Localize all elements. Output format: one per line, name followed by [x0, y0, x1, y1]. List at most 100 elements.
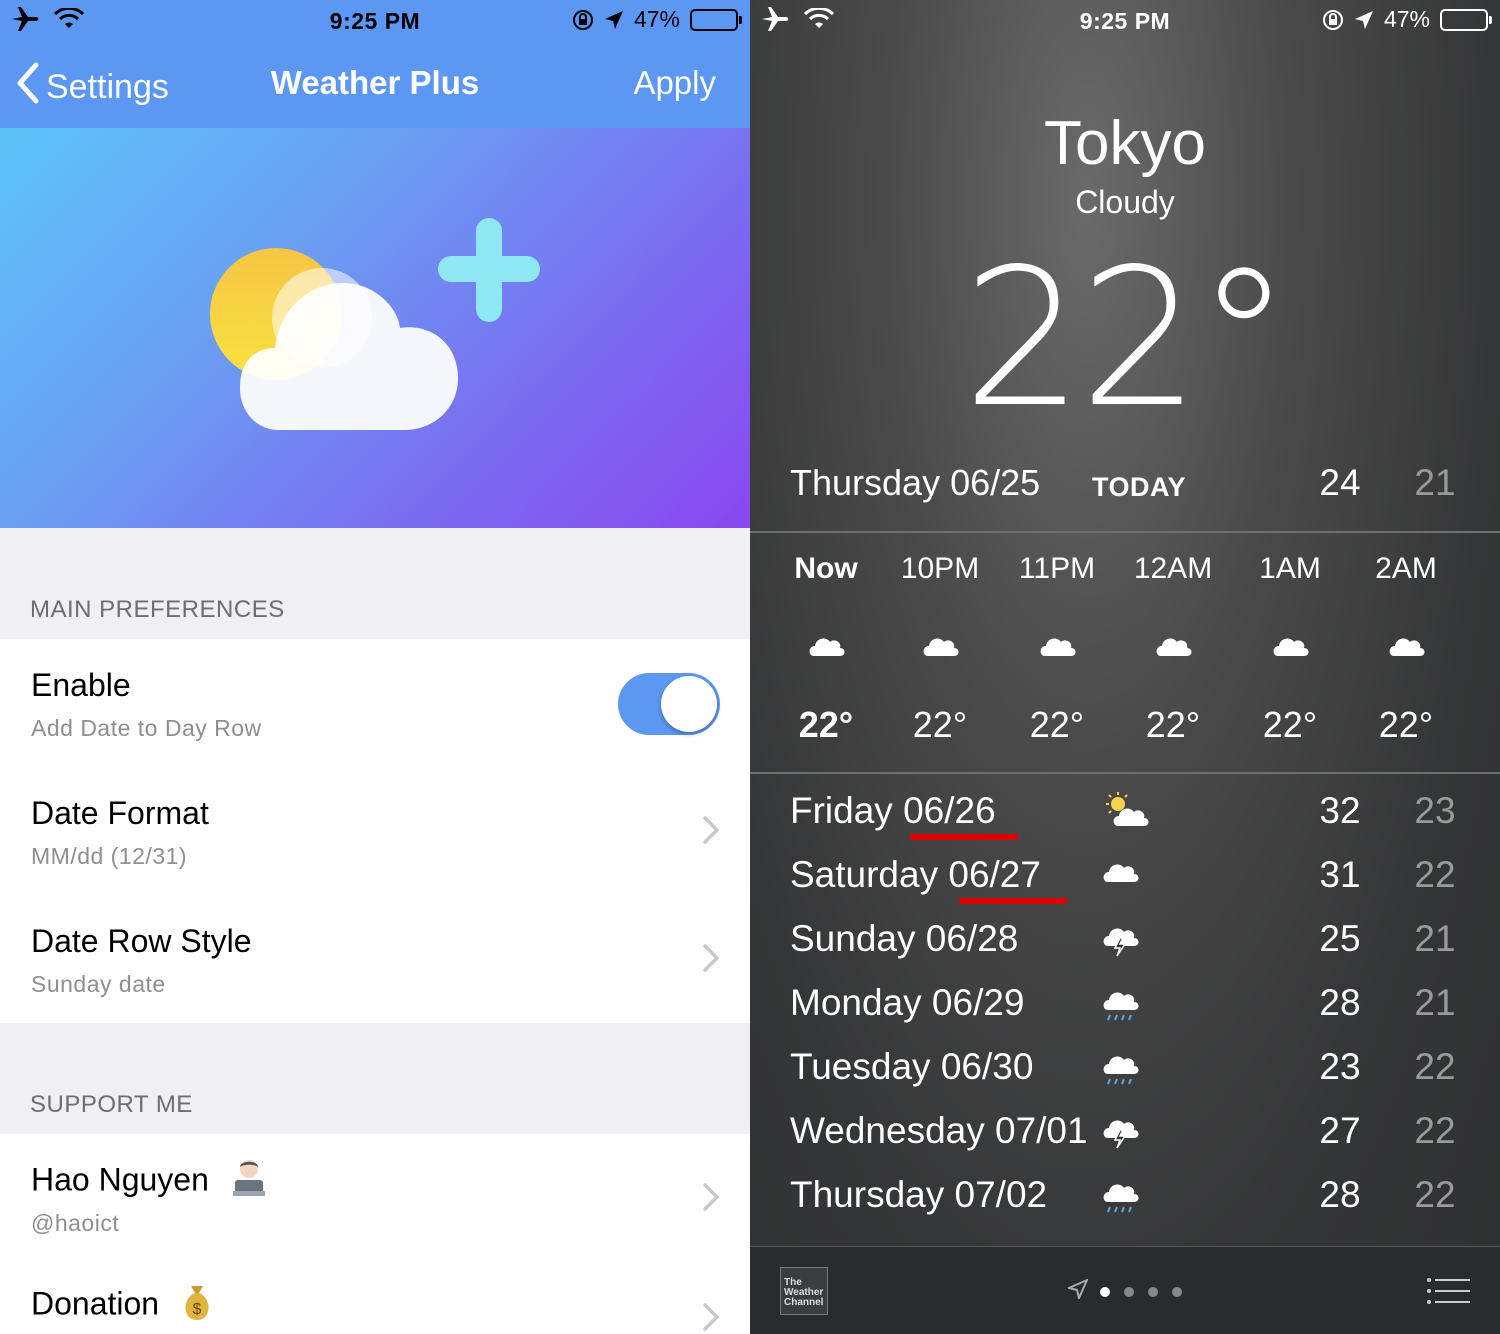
hour-label: 1AM — [1259, 552, 1321, 585]
hour-label: 10PM — [900, 552, 980, 585]
day-label: Wednesday 07/01 — [790, 1110, 1088, 1151]
date-format-value: MM/dd (12/31) — [31, 843, 188, 869]
date-format-cell[interactable]: Date Format MM/dd (12/31) — [0, 767, 750, 895]
cloud-icon — [806, 628, 850, 669]
city-name: Tokyo — [1044, 109, 1206, 178]
cloud-icon — [920, 628, 964, 669]
divider — [750, 531, 1500, 533]
author-handle: @haoict — [31, 1210, 120, 1236]
rain-icon — [1100, 1174, 1144, 1223]
date-format-title: Date Format — [31, 795, 209, 831]
date-row-style-title: Date Row Style — [31, 923, 252, 959]
donation-label: Donation — [31, 1285, 160, 1322]
day-low: 21 — [1414, 918, 1456, 959]
date-row-style-value: Sunday date — [31, 971, 166, 997]
location-arrow-icon — [1354, 10, 1374, 30]
thunderstorm-icon — [1100, 1110, 1144, 1159]
daily-row: Friday 06/26 32 23 — [750, 782, 1500, 846]
daily-row: Wednesday 07/01 27 22 — [750, 1102, 1500, 1166]
weather-plus-logo-icon — [210, 218, 540, 430]
status-bar: 9:25 PM 47% — [0, 0, 750, 40]
current-condition: Cloudy — [1075, 184, 1175, 220]
rotation-lock-icon — [1322, 9, 1344, 31]
current-temperature: 22° — [962, 228, 1292, 449]
today-low: 21 — [1414, 462, 1456, 503]
hour-temperature: 22° — [1262, 704, 1318, 745]
page-dot[interactable] — [1124, 1286, 1134, 1297]
chevron-right-icon — [702, 943, 720, 978]
page-dot[interactable] — [1148, 1286, 1158, 1297]
today-high: 24 — [1319, 462, 1361, 503]
daily-row: Monday 06/29 28 21 — [750, 974, 1500, 1038]
cloud-icon — [1100, 854, 1144, 895]
enable-toggle[interactable] — [618, 673, 720, 735]
money-bag-emoji-icon: $ — [180, 1282, 214, 1330]
status-bar: 9:25 PM 47% — [750, 0, 1500, 40]
hour-temperature: 22° — [1029, 704, 1085, 745]
donation-cell[interactable]: Donation $ — [0, 1262, 750, 1334]
day-label: Friday 06/26 — [790, 790, 996, 831]
day-low: 22 — [1414, 1174, 1456, 1215]
today-day: Thursday 06/25 — [790, 462, 1041, 503]
date-row-style-cell[interactable]: Date Row Style Sunday date — [0, 895, 750, 1023]
rain-icon — [1100, 1046, 1144, 1095]
day-label: Sunday 06/28 — [790, 918, 1019, 959]
author-cell[interactable]: Hao Nguyen @haoict — [0, 1134, 750, 1262]
today-tag: TODAY — [1092, 472, 1187, 502]
cloud-icon — [1386, 628, 1430, 669]
day-high: 32 — [1319, 790, 1361, 831]
apply-button[interactable]: Apply — [633, 64, 716, 102]
weather-screen: 9:25 PM 47% Tokyo Cloudy 22° Thursday 06… — [750, 0, 1500, 1334]
enable-title: Enable — [31, 667, 131, 703]
technologist-emoji-icon — [230, 1158, 268, 1206]
city-list-icon[interactable] — [1426, 1277, 1470, 1310]
hour-label: Now — [794, 552, 858, 585]
day-high: 28 — [1319, 982, 1361, 1023]
rotation-lock-icon — [572, 9, 594, 31]
main-preferences-group: Enable Add Date to Day Row Date Format M… — [0, 639, 750, 1023]
author-name: Hao Nguyen — [31, 1161, 209, 1198]
cloud-icon — [1270, 628, 1314, 669]
day-label: Monday 06/29 — [790, 982, 1025, 1023]
daily-row: Tuesday 06/30 23 22 — [750, 1038, 1500, 1102]
hour-label: 2AM — [1375, 552, 1437, 585]
hour-temperature: 22° — [1378, 704, 1434, 745]
day-high: 27 — [1319, 1110, 1361, 1151]
day-high: 25 — [1319, 918, 1361, 959]
battery-icon — [1440, 8, 1492, 31]
hour-temperature: 22° — [912, 704, 968, 745]
header-banner — [0, 128, 750, 528]
daily-forecast[interactable]: Friday 06/26 32 23 Saturday 06/27 31 22 Sunday… — [750, 782, 1500, 1242]
cloud-icon — [1037, 628, 1081, 669]
page-indicator[interactable] — [1065, 1278, 1182, 1304]
battery-percent: 47% — [1383, 6, 1430, 32]
daily-row: Sunday 06/28 25 21 — [750, 910, 1500, 974]
location-arrow-icon — [604, 10, 624, 30]
page-dot[interactable] — [1172, 1286, 1182, 1297]
daily-row: Thursday 07/02 28 22 — [750, 1166, 1500, 1230]
section-header-main: MAIN PREFERENCES — [30, 596, 285, 623]
weather-channel-logo[interactable]: The Weather Channel — [780, 1267, 828, 1315]
battery-percent: 47% — [633, 6, 680, 32]
battery-icon — [690, 8, 742, 31]
day-label: Tuesday 06/30 — [790, 1046, 1034, 1087]
hour-temperature: 22° — [1145, 704, 1201, 745]
enable-cell: Enable Add Date to Day Row — [0, 639, 750, 767]
day-low: 21 — [1414, 982, 1456, 1023]
day-label: Saturday 06/27 — [790, 854, 1041, 895]
enable-subtitle: Add Date to Day Row — [31, 715, 262, 741]
day-high: 31 — [1319, 854, 1361, 895]
page-dot[interactable] — [1100, 1286, 1110, 1297]
hour-label: 12AM — [1133, 552, 1213, 585]
hourly-forecast[interactable]: Now 22° 10PM 22° 11PM 22° 12AM 22° 1AM 22° 2AM 22° — [750, 536, 1500, 772]
thunderstorm-icon — [1100, 918, 1144, 967]
divider — [750, 772, 1500, 774]
hour-temperature: 22° — [798, 704, 854, 745]
day-low: 22 — [1414, 1110, 1456, 1151]
navigation-bar: Settings Weather Plus Apply — [0, 40, 750, 128]
day-low: 22 — [1414, 854, 1456, 895]
section-header-support: SUPPORT ME — [30, 1091, 193, 1118]
settings-screen: 9:25 PM 47% Settings Weather Plus Apply — [0, 0, 750, 1334]
partly-sunny-icon — [1100, 790, 1152, 839]
svg-text:$: $ — [193, 1301, 202, 1318]
